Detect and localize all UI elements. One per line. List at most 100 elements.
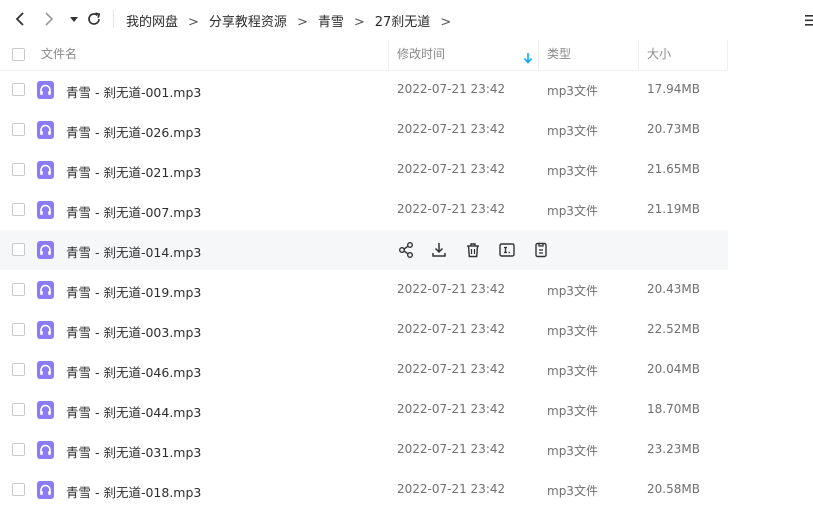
file-type: mp3文件 xyxy=(547,124,598,138)
file-name[interactable]: 青雪 - 刹无道-001.mp3 xyxy=(66,82,201,101)
audio-file-icon xyxy=(37,281,54,299)
row-checkbox[interactable] xyxy=(12,283,25,296)
audio-file-icon xyxy=(37,441,54,459)
file-row[interactable]: 青雪 - 刹无道-018.mp3 2022-07-21 23:42 mp3文件 … xyxy=(0,470,728,510)
file-modified-time: 2022-07-21 23:42 xyxy=(397,82,506,96)
delete-button[interactable] xyxy=(464,241,482,259)
file-row[interactable]: 青雪 - 刹无道-019.mp3 2022-07-21 23:42 mp3文件 … xyxy=(0,270,728,310)
view-menu-button[interactable] xyxy=(805,12,813,26)
file-type: mp3文件 xyxy=(547,84,598,98)
file-name[interactable]: 青雪 - 刹无道-014.mp3 xyxy=(66,242,201,261)
file-size: 22.52MB xyxy=(647,322,700,336)
file-row[interactable]: 青雪 - 刹无道-001.mp3 2022-07-21 23:42 mp3文件 … xyxy=(0,70,728,110)
file-size: 20.43MB xyxy=(647,282,700,296)
row-checkbox[interactable] xyxy=(12,123,25,136)
breadcrumb-item[interactable]: 青雪 xyxy=(318,11,344,30)
column-divider[interactable] xyxy=(538,40,539,70)
audio-file-icon xyxy=(37,241,54,259)
row-checkbox[interactable] xyxy=(12,483,25,496)
file-name[interactable]: 青雪 - 刹无道-019.mp3 xyxy=(66,282,201,301)
file-type: mp3文件 xyxy=(547,204,598,218)
file-name[interactable]: 青雪 - 刹无道-044.mp3 xyxy=(66,402,201,421)
row-checkbox[interactable] xyxy=(12,363,25,376)
file-modified-time: 2022-07-21 23:42 xyxy=(397,402,506,416)
breadcrumb-separator: > xyxy=(188,15,199,30)
audio-file-icon xyxy=(37,401,54,419)
row-checkbox[interactable] xyxy=(12,443,25,456)
refresh-icon xyxy=(88,12,101,25)
row-checkbox[interactable] xyxy=(12,243,25,256)
file-type: mp3文件 xyxy=(547,324,598,338)
file-size: 20.04MB xyxy=(647,362,700,376)
file-row[interactable]: 青雪 - 刹无道-031.mp3 2022-07-21 23:42 mp3文件 … xyxy=(0,430,728,470)
row-checkbox[interactable] xyxy=(12,163,25,176)
file-row[interactable]: 青雪 - 刹无道-026.mp3 2022-07-21 23:42 mp3文件 … xyxy=(0,110,728,150)
download-button[interactable] xyxy=(430,241,448,259)
file-modified-time: 2022-07-21 23:42 xyxy=(397,202,506,216)
refresh-button[interactable] xyxy=(84,9,104,29)
history-dropdown-button[interactable] xyxy=(64,9,84,29)
file-name[interactable]: 青雪 - 刹无道-031.mp3 xyxy=(66,442,201,461)
file-size: 20.58MB xyxy=(647,482,700,496)
breadcrumb-separator: > xyxy=(353,15,365,30)
audio-file-icon xyxy=(37,161,54,179)
file-name[interactable]: 青雪 - 刹无道-026.mp3 xyxy=(66,122,201,141)
file-size: 17.94MB xyxy=(647,82,700,96)
file-type: mp3文件 xyxy=(547,164,598,178)
back-button[interactable] xyxy=(10,9,30,29)
file-row[interactable]: 青雪 - 刹无道-044.mp3 2022-07-21 23:42 mp3文件 … xyxy=(0,390,728,430)
row-checkbox[interactable] xyxy=(12,203,25,216)
file-type: mp3文件 xyxy=(547,364,598,378)
column-divider[interactable] xyxy=(388,40,389,70)
rename-button[interactable] xyxy=(498,241,516,259)
file-modified-time: 2022-07-21 23:42 xyxy=(397,442,506,456)
breadcrumb: 我的网盘 > 分享教程资源 > 青雪 >27刹无道 > xyxy=(126,11,461,30)
file-name[interactable]: 青雪 - 刹无道-003.mp3 xyxy=(66,322,201,341)
file-size: 21.65MB xyxy=(647,162,700,176)
file-modified-time: 2022-07-21 23:42 xyxy=(397,282,506,296)
file-size: 20.73MB xyxy=(647,122,700,136)
column-divider[interactable] xyxy=(727,40,728,70)
select-all-checkbox[interactable] xyxy=(12,48,25,61)
copy-button[interactable] xyxy=(532,241,550,259)
breadcrumb-separator: > xyxy=(440,15,452,30)
column-header-modified[interactable]: 修改时间 xyxy=(397,38,445,70)
file-modified-time: 2022-07-21 23:42 xyxy=(397,362,506,376)
file-row[interactable]: 青雪 - 刹无道-003.mp3 2022-07-21 23:42 mp3文件 … xyxy=(0,310,728,350)
column-header-type[interactable]: 类型 xyxy=(547,38,571,70)
row-checkbox[interactable] xyxy=(12,323,25,336)
file-name[interactable]: 青雪 - 刹无道-046.mp3 xyxy=(66,362,201,381)
breadcrumb-item[interactable]: 27刹无道 xyxy=(375,11,431,30)
column-divider[interactable] xyxy=(638,40,639,70)
file-row[interactable]: 青雪 - 刹无道-007.mp3 2022-07-21 23:42 mp3文件 … xyxy=(0,190,728,230)
file-name[interactable]: 青雪 - 刹无道-007.mp3 xyxy=(66,202,201,221)
file-list-header: 文件名 修改时间 类型 大小 xyxy=(0,38,728,71)
download-icon xyxy=(432,243,446,257)
row-checkbox[interactable] xyxy=(12,83,25,96)
breadcrumb-item[interactable]: 分享教程资源 xyxy=(209,11,287,30)
file-type: mp3文件 xyxy=(547,444,598,458)
file-name[interactable]: 青雪 - 刹无道-021.mp3 xyxy=(66,162,201,181)
file-type: mp3文件 xyxy=(547,404,598,418)
audio-file-icon xyxy=(37,481,54,499)
sort-toggle[interactable] xyxy=(523,49,533,68)
file-size: 18.70MB xyxy=(647,402,700,416)
file-modified-time: 2022-07-21 23:42 xyxy=(397,162,506,176)
row-checkbox[interactable] xyxy=(12,403,25,416)
share-button[interactable] xyxy=(397,241,415,259)
file-modified-time: 2022-07-21 23:42 xyxy=(397,322,506,336)
delete-icon xyxy=(467,243,479,258)
file-modified-time: 2022-07-21 23:42 xyxy=(397,482,506,496)
copy-icon xyxy=(535,242,547,258)
file-row[interactable]: 青雪 - 刹无道-046.mp3 2022-07-21 23:42 mp3文件 … xyxy=(0,350,728,390)
file-modified-time: 2022-07-21 23:42 xyxy=(397,122,506,136)
forward-button[interactable] xyxy=(39,9,59,29)
file-name[interactable]: 青雪 - 刹无道-018.mp3 xyxy=(66,482,201,501)
file-row[interactable]: 青雪 - 刹无道-021.mp3 2022-07-21 23:42 mp3文件 … xyxy=(0,150,728,190)
column-header-name[interactable]: 文件名 xyxy=(41,38,77,70)
file-row-hovered[interactable]: 青雪 - 刹无道-014.mp3 xyxy=(0,230,728,270)
list-menu-icon xyxy=(805,15,813,26)
breadcrumb-item[interactable]: 我的网盘 xyxy=(126,11,178,30)
column-header-size[interactable]: 大小 xyxy=(647,38,671,70)
audio-file-icon xyxy=(37,201,54,219)
